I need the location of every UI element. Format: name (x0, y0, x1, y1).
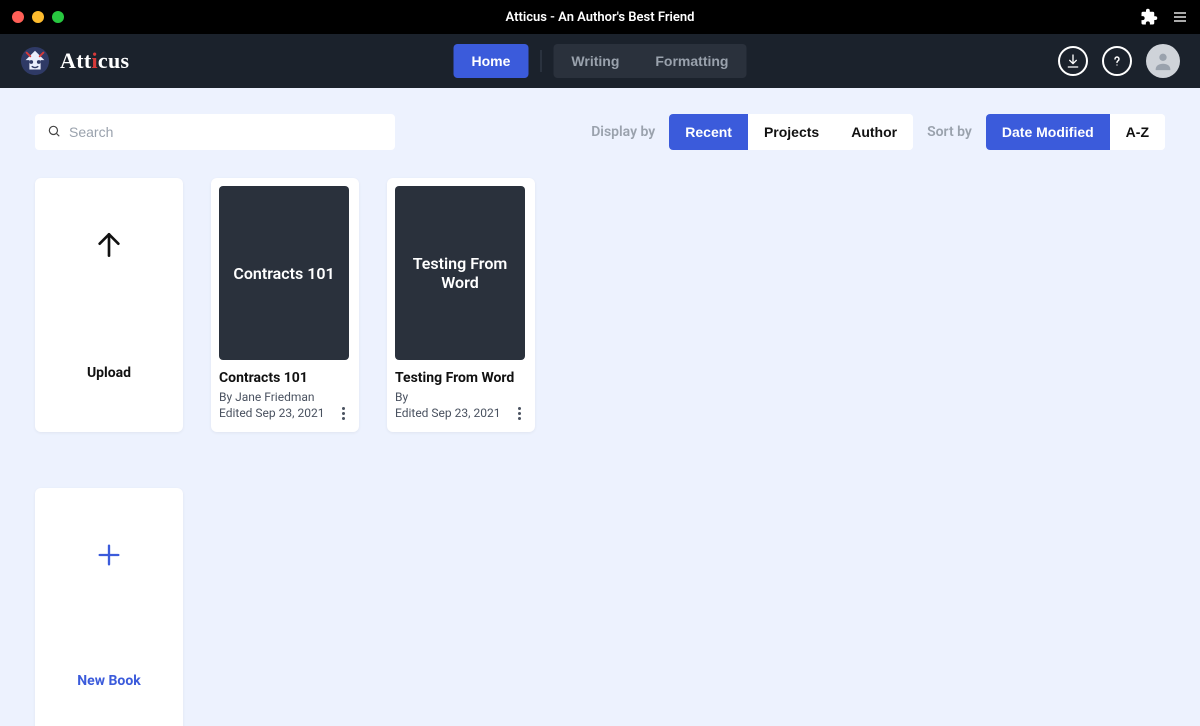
book-title: Testing From Word (395, 370, 527, 386)
nav-formatting[interactable]: Formatting (637, 44, 746, 78)
book-grid: Upload Contracts 101 Contracts 101 By Ja… (35, 178, 895, 726)
sort-by-segment: Date Modified A-Z (986, 114, 1165, 150)
help-button[interactable] (1102, 46, 1132, 76)
upload-icon (93, 229, 125, 265)
upload-card[interactable]: Upload (35, 178, 183, 432)
download-button[interactable] (1058, 46, 1088, 76)
fullscreen-window[interactable] (52, 11, 64, 23)
sort-az[interactable]: A-Z (1110, 114, 1165, 150)
book-edited: Edited Sep 23, 2021 (219, 406, 324, 420)
search-box[interactable] (35, 114, 395, 150)
top-nav: Atticus Home Writing Formatting (0, 34, 1200, 88)
display-by-label: Display by (591, 124, 655, 140)
close-window[interactable] (12, 11, 24, 23)
display-by-segment: Recent Projects Author (669, 114, 913, 150)
menu-icon[interactable] (1172, 9, 1188, 25)
book-menu-icon[interactable] (511, 407, 527, 420)
extensions-icon[interactable] (1140, 8, 1158, 26)
filter-author[interactable]: Author (835, 114, 913, 150)
brand-name: Atticus (60, 48, 129, 74)
new-book-label: New Book (77, 673, 140, 689)
book-author: By Jane Friedman (219, 390, 351, 404)
book-menu-icon[interactable] (335, 407, 351, 420)
titlebar: Atticus - An Author's Best Friend (0, 0, 1200, 34)
nav-home[interactable]: Home (454, 44, 529, 78)
new-book-card[interactable]: New Book (35, 488, 183, 726)
filter-recent[interactable]: Recent (669, 114, 748, 150)
avatar[interactable] (1146, 44, 1180, 78)
brand[interactable]: Atticus (20, 46, 129, 76)
book-cover: Contracts 101 (219, 186, 349, 360)
window-controls (12, 11, 64, 23)
minimize-window[interactable] (32, 11, 44, 23)
search-input[interactable] (69, 124, 383, 140)
sort-date-modified[interactable]: Date Modified (986, 114, 1110, 150)
plus-icon (95, 541, 123, 573)
book-card[interactable]: Contracts 101 Contracts 101 By Jane Frie… (211, 178, 359, 432)
search-icon (47, 123, 61, 142)
nav-divider (540, 50, 541, 72)
nav-writing[interactable]: Writing (553, 44, 637, 78)
window-title: Atticus - An Author's Best Friend (0, 10, 1200, 25)
sort-by-label: Sort by (927, 124, 972, 140)
book-title: Contracts 101 (219, 370, 351, 386)
brand-logo-icon (20, 46, 50, 76)
book-card[interactable]: Testing From Word Testing From Word By E… (387, 178, 535, 432)
toolbar: Display by Recent Projects Author Sort b… (35, 114, 1165, 150)
filter-projects[interactable]: Projects (748, 114, 835, 150)
main: Display by Recent Projects Author Sort b… (0, 88, 1200, 726)
book-cover: Testing From Word (395, 186, 525, 360)
nav-group: Writing Formatting (553, 44, 746, 78)
book-edited: Edited Sep 23, 2021 (395, 406, 500, 420)
book-author: By (395, 390, 527, 404)
upload-label: Upload (87, 365, 131, 381)
